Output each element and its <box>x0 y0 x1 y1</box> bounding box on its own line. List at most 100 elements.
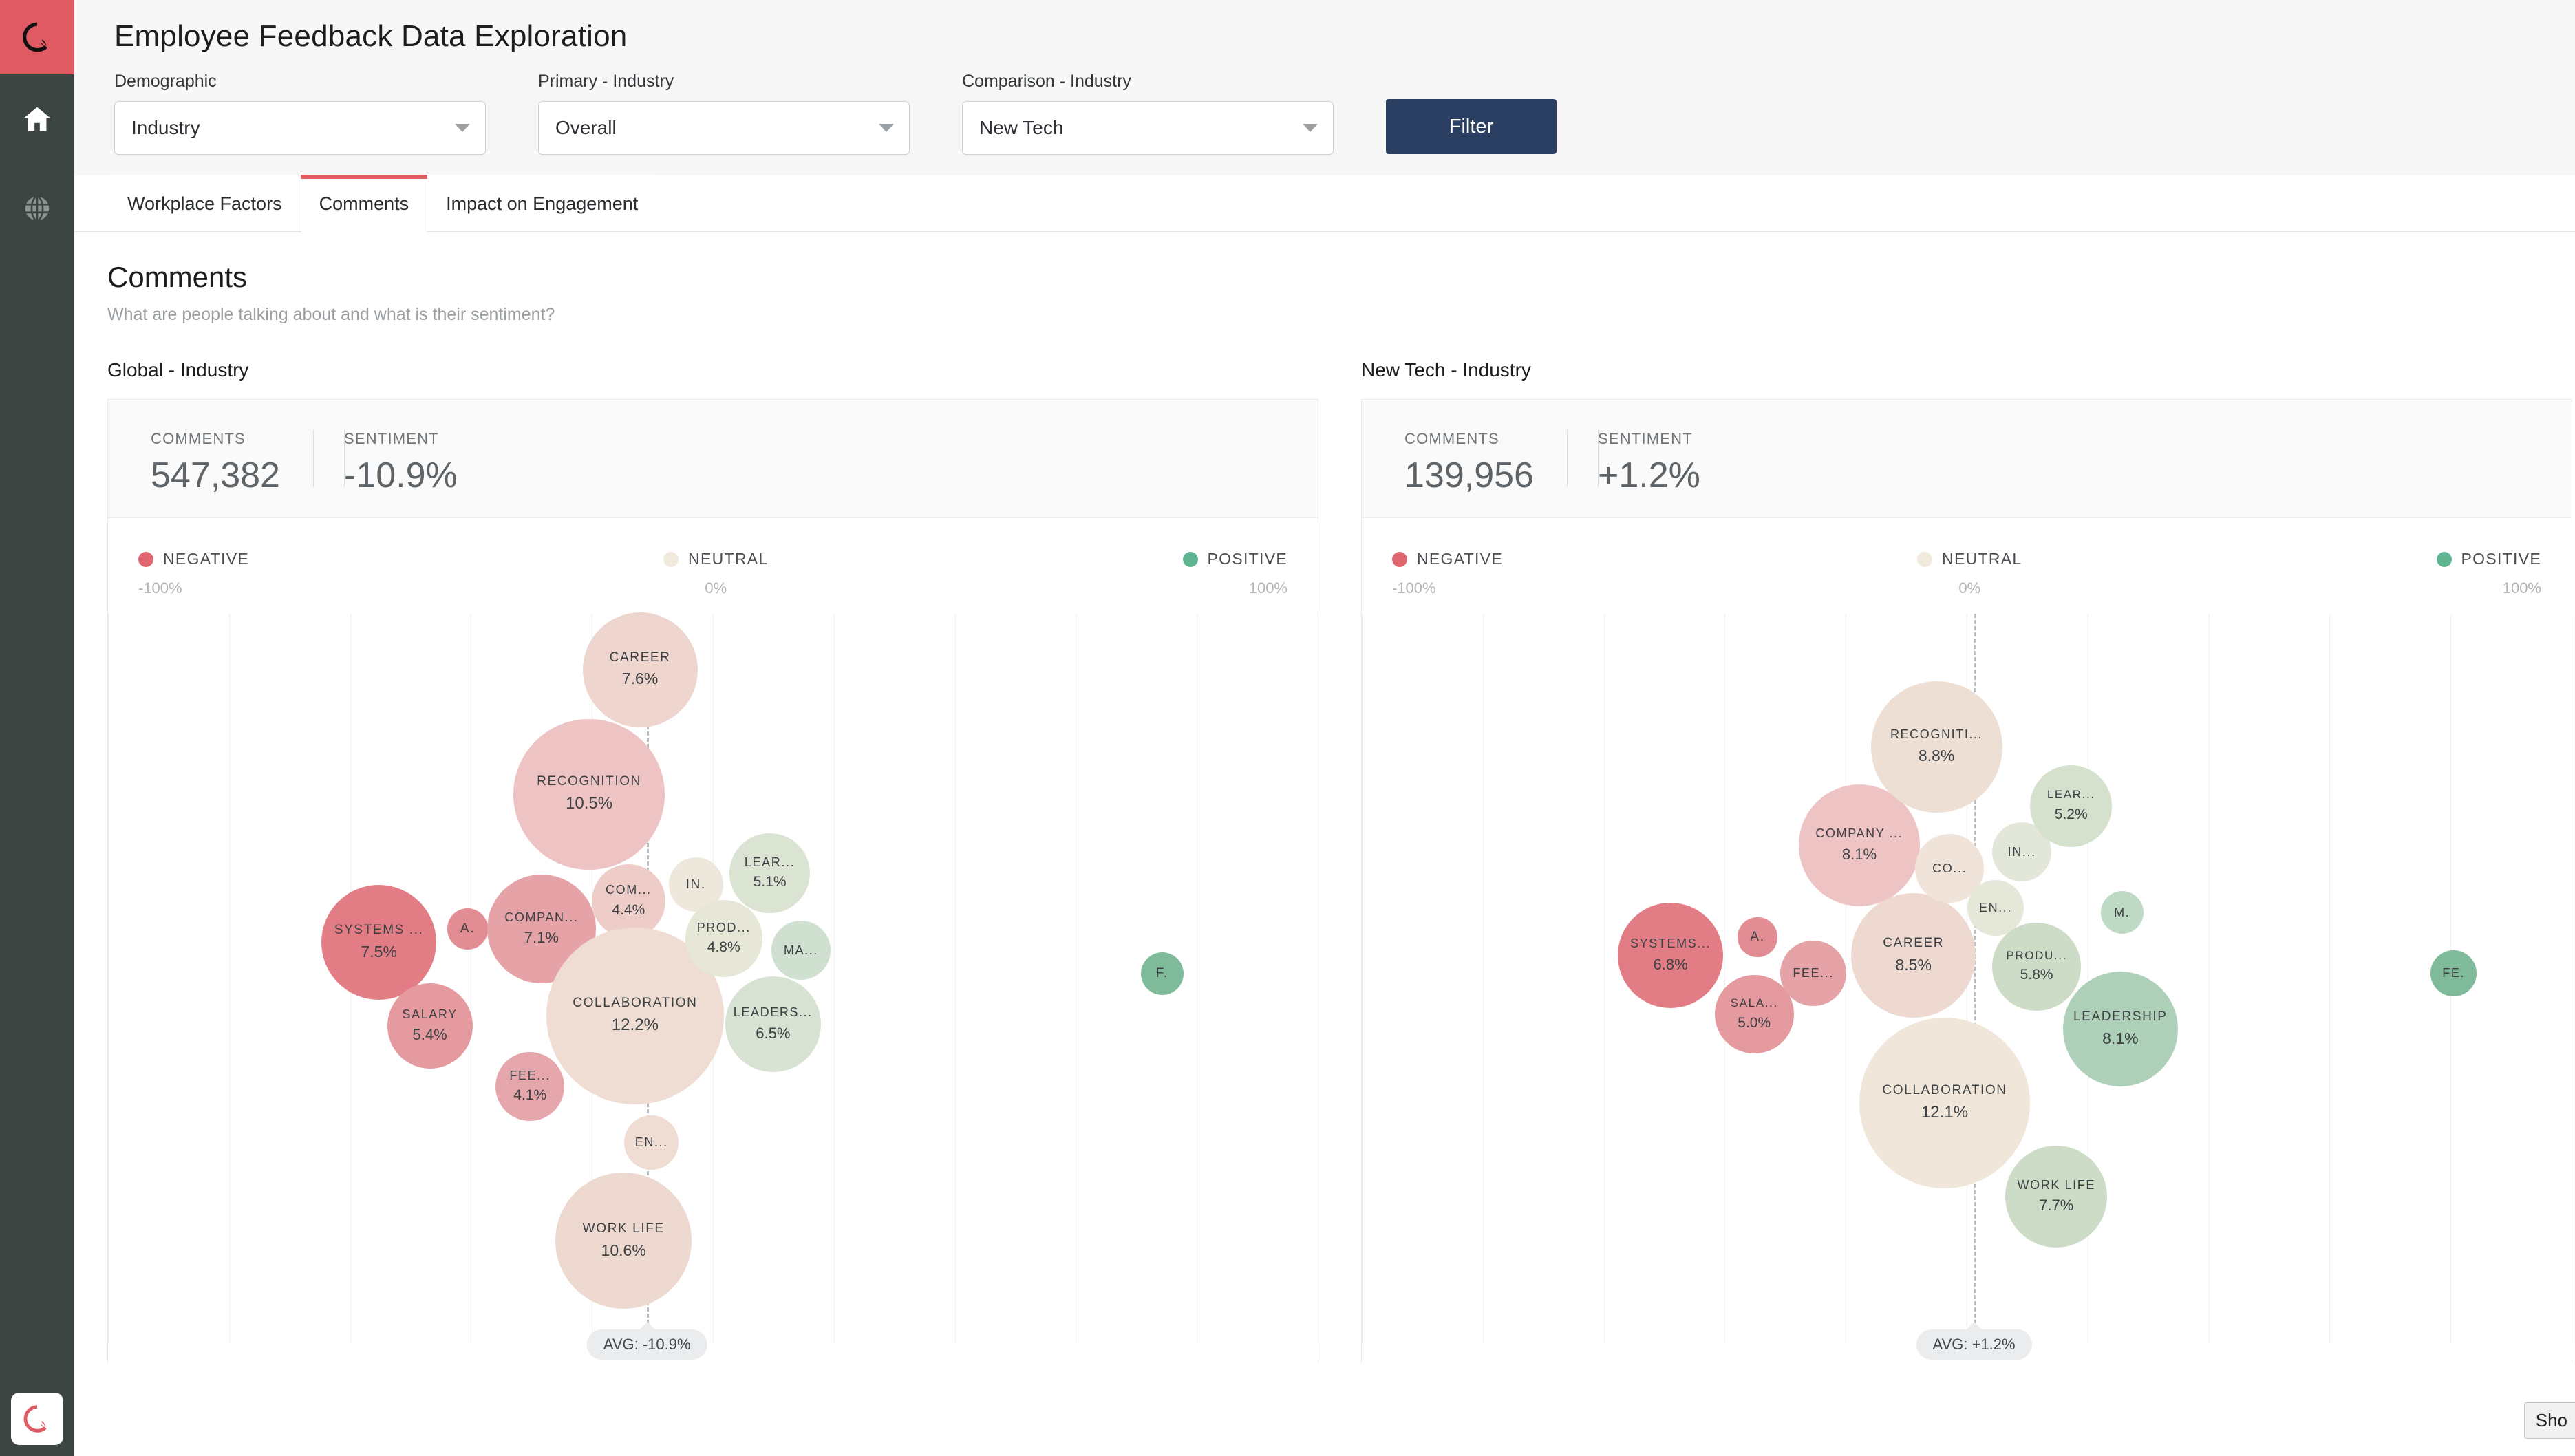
bubble-label: LEAR... <box>744 855 795 869</box>
legend-label-negative: NEGATIVE <box>1417 550 1503 568</box>
bubble-label: LEAR... <box>2047 788 2095 802</box>
rail-bottom-brand[interactable] <box>0 1393 74 1445</box>
gridline <box>954 614 956 1343</box>
chevron-down-icon <box>1303 124 1318 132</box>
stats-row-right: COMMENTS 139,956 SENTIMENT +1.2% <box>1362 400 2572 518</box>
gridline <box>1482 614 1484 1343</box>
legend-dot-neutral <box>1917 551 1933 567</box>
legend-right: NEGATIVE -100% NEUTRAL 0% POSITIVE 100% <box>1362 518 2572 597</box>
section-subtitle: What are people talking about and what i… <box>107 305 555 324</box>
bubble-worklife[interactable]: WORK LIFE 10.6% <box>555 1173 692 1309</box>
stat-comments-right: COMMENTS 139,956 <box>1404 430 1568 495</box>
bubble-value: 4.8% <box>707 939 740 956</box>
select-comparison-industry[interactable]: New Tech <box>962 101 1334 155</box>
section-title: Comments <box>107 261 248 293</box>
filter-button[interactable]: Filter <box>1386 99 1557 154</box>
bubble-value: 10.6% <box>601 1241 646 1259</box>
bubble-fe[interactable]: FE. <box>2430 950 2477 996</box>
bubble-lear[interactable]: LEAR... 5.2% <box>2030 764 2113 847</box>
select-primary-industry[interactable]: Overall <box>538 101 910 155</box>
bubble-value: 8.8% <box>1918 746 1955 764</box>
bubble-a[interactable]: A. <box>1738 917 1777 957</box>
bubble-recognition[interactable]: RECOGNITION 10.5% <box>513 718 665 870</box>
tab-comments[interactable]: Comments <box>300 175 428 232</box>
tab-impact-on-engagement[interactable]: Impact on Engagement <box>427 175 657 231</box>
bubble-m[interactable]: M. <box>2100 891 2144 934</box>
bubble-value: 8.1% <box>2102 1029 2139 1047</box>
select-demographic[interactable]: Industry <box>114 101 486 155</box>
bubble-systems[interactable]: SYSTEMS... 6.8% <box>1618 902 1723 1008</box>
stat-label: COMMENTS <box>151 430 246 447</box>
legend-pct-positive: 100% <box>1248 579 1288 597</box>
page-title: Employee Feedback Data Exploration <box>114 19 628 53</box>
legend-pct-positive: 100% <box>2502 579 2541 597</box>
bubble-recogniti[interactable]: RECOGNITI... 8.8% <box>1870 681 2002 813</box>
legend-item-negative: NEGATIVE -100% <box>1392 550 1503 597</box>
bubble-a[interactable]: A. <box>447 908 489 950</box>
bubble-label: EN... <box>1978 900 2012 914</box>
legend-item-negative: NEGATIVE -100% <box>138 550 249 597</box>
bubble-prod[interactable]: PROD... 4.8% <box>685 900 762 978</box>
panel-title-left: Global - Industry <box>107 359 249 381</box>
gridline <box>228 614 230 1343</box>
bubble-label: LEADERS... <box>733 1005 813 1020</box>
average-chip: AVG: -10.9% <box>586 1322 707 1360</box>
rail-item-globe[interactable] <box>0 164 74 253</box>
bubble-label: A. <box>1750 930 1765 945</box>
filter-comparison-industry: Comparison - Industry New Tech <box>962 72 1334 155</box>
bubble-ma[interactable]: MA... <box>771 921 831 981</box>
legend-item-positive: POSITIVE 100% <box>2436 550 2541 597</box>
legend-item-neutral: NEUTRAL 0% <box>1917 550 2022 597</box>
legend-dot-positive <box>1182 551 1198 567</box>
bubble-plot-right[interactable]: SYSTEMS... 6.8% A. SALA... 5.0% FEE... COMPANY… <box>1362 614 2572 1364</box>
bubble-fee[interactable]: FEE... 4.1% <box>495 1052 565 1122</box>
bubble-label: WORK LIFE <box>2017 1177 2095 1192</box>
bubble-en[interactable]: EN... <box>624 1115 679 1170</box>
gridline <box>108 614 109 1343</box>
bubble-label: COMPAN... <box>504 910 579 924</box>
bubble-label: LEADERSHIP <box>2073 1009 2168 1025</box>
filter-demographic: Demographic Industry <box>114 72 486 155</box>
bubble-produ[interactable]: PRODU... 5.8% <box>1992 922 2082 1011</box>
legend-dot-negative <box>1392 551 1407 567</box>
legend-pct-neutral: 0% <box>705 579 727 597</box>
bubble-career[interactable]: CAREER 7.6% <box>582 612 698 727</box>
bubble-collaboration[interactable]: COLLABORATION 12.1% <box>1859 1017 2031 1189</box>
bubble-f[interactable]: F. <box>1140 952 1184 995</box>
tab-workplace-factors[interactable]: Workplace Factors <box>109 175 301 231</box>
bubble-salary[interactable]: SALARY 5.4% <box>387 983 473 1069</box>
gridline <box>2329 614 2331 1343</box>
filter-label-primary: Primary - Industry <box>538 72 674 91</box>
stat-value: 547,382 <box>151 456 280 495</box>
bubble-worklife[interactable]: WORK LIFE 7.7% <box>2005 1146 2108 1248</box>
stat-comments-left: COMMENTS 547,382 <box>151 430 314 495</box>
bubble-value: 7.7% <box>2039 1197 2074 1214</box>
show-button[interactable]: Sho <box>2523 1402 2575 1439</box>
legend-label-positive: POSITIVE <box>2461 550 2541 568</box>
bubble-lear[interactable]: LEAR... 5.1% <box>729 833 810 914</box>
bubble-leaders[interactable]: LEADERS... 6.5% <box>725 976 821 1072</box>
bubble-value: 5.0% <box>1738 1014 1771 1031</box>
bubble-label: WORK LIFE <box>582 1221 665 1236</box>
chevron-down-icon <box>879 124 894 132</box>
bubble-value: 12.2% <box>611 1016 659 1035</box>
brand-logo[interactable] <box>0 0 74 74</box>
rail-item-home[interactable] <box>0 74 74 164</box>
bubble-label: M. <box>2114 905 2130 919</box>
bubble-com[interactable]: COM... 4.4% <box>591 864 666 939</box>
charts-row: Global - Industry COMMENTS 547,382 SENTI… <box>74 359 2575 1364</box>
bubble-label: SYSTEMS... <box>1630 936 1711 951</box>
panel-global-industry: Global - Industry COMMENTS 547,382 SENTI… <box>107 359 1318 1364</box>
bubble-label: COM... <box>606 883 652 897</box>
bubble-label: CAREER <box>1883 935 1945 950</box>
bubble-career[interactable]: CAREER 8.5% <box>1851 892 1976 1018</box>
header-band: Employee Feedback Data Exploration Demog… <box>74 0 2575 175</box>
bubble-label: SALARY <box>402 1007 458 1021</box>
bubble-value: 8.1% <box>1841 845 1877 863</box>
gridline <box>1603 614 1605 1343</box>
bubble-fee[interactable]: FEE... <box>1780 940 1846 1007</box>
bubble-leadership[interactable]: LEADERSHIP 8.1% <box>2062 972 2178 1087</box>
bubble-plot-left[interactable]: SYSTEMS ... 7.5% A. SALARY 5.4% COMPAN... 7.1%… <box>108 612 1318 1364</box>
bubble-systems[interactable]: SYSTEMS ... 7.5% <box>321 884 437 1000</box>
bubble-sala[interactable]: SALA... 5.0% <box>1714 974 1794 1054</box>
